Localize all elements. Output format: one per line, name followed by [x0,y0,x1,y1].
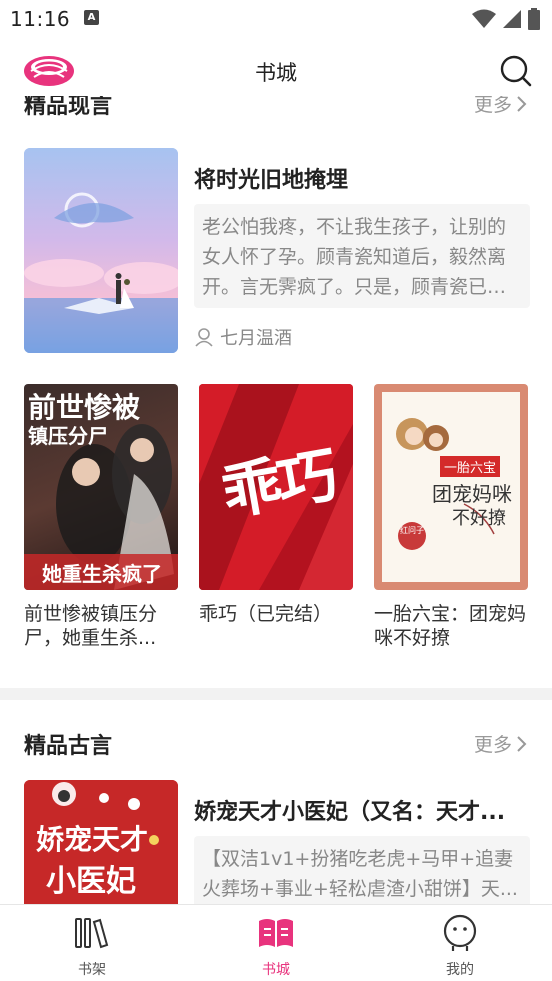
book-card[interactable]: 一胎六宝 团宠妈咪 不好撩 红问子 一胎六宝：团宠妈咪不好撩 [374,384,528,652]
search-icon [500,55,532,87]
cover-title-mid: 团宠妈咪 [432,482,512,506]
book-cover[interactable]: 乖巧 [199,384,353,590]
status-bar: 11:16 A [0,0,552,40]
chevron-right-icon [517,96,527,112]
nav-label: 书城 [262,962,290,978]
section-divider [0,688,552,700]
section-header: 精品古言 更多 [24,728,528,760]
section-title: 精品现言 [24,96,113,119]
cover-title-bottom: 不好撩 [452,508,506,529]
book-title[interactable]: 将时光旧地掩埋 [194,162,348,194]
cover-title-mid: 镇压分尸 [28,424,108,448]
nav-label: 书架 [78,962,106,978]
cover-stamp: 红问子 [400,526,424,535]
search-button[interactable] [500,55,532,91]
app-header: 书城 [0,45,552,97]
book-card[interactable]: 前世惨被 镇压分尸 她重生杀疯了 前世惨被镇压分尸，她重生杀... [24,384,178,652]
book-cover[interactable]: 前世惨被 镇压分尸 她重生杀疯了 [24,384,178,590]
notification-icon: A [84,10,99,25]
cover-title-1: 娇宠天才 [36,823,149,856]
cover-title-2: 小医妃 [46,864,136,899]
bookstore-icon [259,919,293,947]
nav-label: 我的 [446,962,474,978]
more-link[interactable]: 更多 [474,730,528,757]
more-label: 更多 [473,734,512,756]
book-description-text: 老公怕我疼，不让我生孩子，让别的女人怀了孕。顾青瓷知道后，毅然离开。言无霁疯了。… [202,216,507,298]
wifi-icon [472,9,496,28]
book-cover[interactable]: 娇宠天才 小医妃 [24,780,178,904]
status-icons [472,8,540,30]
featured-book[interactable]: 娇宠天才 小医妃 娇宠天才小医妃（又名：天才... 【双洁1v1+扮猪吃老虎+马… [24,780,530,904]
book-title[interactable]: 前世惨被镇压分尸，她重生杀... [24,602,178,652]
bookshelf-icon [75,918,109,949]
book-title[interactable]: 一胎六宝：团宠妈咪不好撩 [374,602,528,652]
nav-profile[interactable]: 我的 [400,913,520,979]
book-description: 老公怕我疼，不让我生孩子，让别的女人怀了孕。顾青瓷知道后，毅然离开。言无霁疯了。… [194,204,530,308]
section-header: 精品现言 更多 [24,96,528,120]
cover-title-top: 一胎六宝 [440,456,501,477]
more-label: 更多 [473,96,512,116]
book-cover[interactable]: 一胎六宝 团宠妈咪 不好撩 红问子 [374,384,528,590]
featured-book[interactable]: 将时光旧地掩埋 老公怕我疼，不让我生孩子，让别的女人怀了孕。顾青瓷知道后，毅然离… [24,148,530,354]
book-author: 七月温酒 [194,324,292,350]
more-link[interactable]: 更多 [474,96,528,117]
book-card[interactable]: 乖巧 乖巧（已完结） [199,384,353,652]
author-name: 七月温酒 [220,328,292,349]
book-title[interactable]: 娇宠天才小医妃（又名：天才... [194,794,524,826]
user-icon [195,328,213,347]
book-description: 【双洁1v1+扮猪吃老虎+马甲+追妻火葬场+事业+轻松虐渣小甜饼】天... [194,836,530,904]
cover-title-bottom: 她重生杀疯了 [42,562,162,586]
battery-icon [528,8,540,30]
nav-bookshelf[interactable]: 书架 [32,913,152,979]
bookstore-content[interactable]: 精品现言 更多 将时光旧地掩埋 老公怕我疼，不让我生孩子，让别的女人怀了孕。顾青… [0,96,552,904]
chevron-right-icon [517,735,527,752]
page-title: 书城 [255,61,297,85]
status-time: 11:16 [10,7,71,31]
book-title[interactable]: 乖巧（已完结） [199,602,353,652]
profile-icon [443,914,477,951]
signal-icon [503,10,521,28]
bottom-nav: 书架 书城 我的 [0,904,552,981]
nav-bookstore[interactable]: 书城 [216,913,336,979]
section-title: 精品古言 [24,734,113,759]
book-grid: 前世惨被 镇压分尸 她重生杀疯了 前世惨被镇压分尸，她重生杀... 乖巧 乖巧（… [24,384,530,654]
book-cover[interactable] [24,148,178,353]
